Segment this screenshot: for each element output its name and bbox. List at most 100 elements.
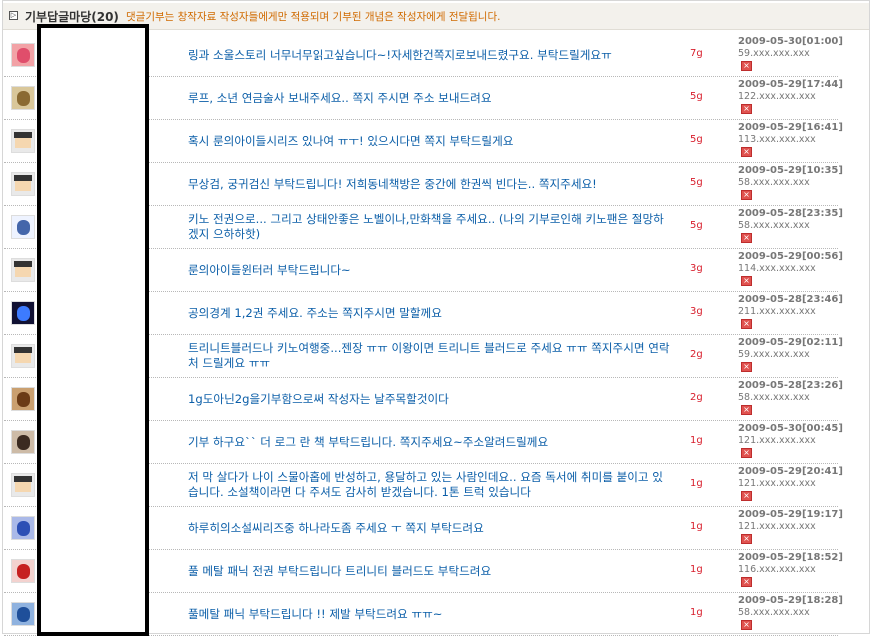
donation-notice: 댓글기부는 창작자료 작성자들에게만 적용되며 기부된 개념은 작성자에게 전달… [126, 11, 501, 23]
donated-points: 1g [690, 521, 703, 532]
reply-date: 2009-05-29[00:56] [738, 251, 843, 262]
reply-message-link[interactable]: 무상검, 궁귀검신 부탁드립니다! 저희동네책방은 중간에 한권씩 빈다는.. … [188, 163, 672, 205]
delete-icon[interactable]: × [741, 233, 752, 243]
reply-ip: 58.xxx.xxx.xxx [738, 177, 810, 188]
panel-title-text: 기부답글마당 [25, 10, 92, 24]
reply-message-link[interactable]: 1g도아닌2g을기부함으로써 작성자는 날주목할것이다 [188, 378, 672, 420]
avatar[interactable] [11, 129, 35, 153]
reply-message-link[interactable]: 저 막 살다가 나이 스물아홉에 반성하고, 용달하고 있는 사람인데요.. 요… [188, 464, 672, 506]
reply-ip: 113.xxx.xxx.xxx [738, 134, 816, 145]
reply-ip: 58.xxx.xxx.xxx [738, 220, 810, 231]
reply-message-link[interactable]: 혹시 룬의아이들시리즈 있나여 ㅠㅜ! 있으시다면 쪽지 부탁드릴게요 [188, 120, 672, 162]
avatar[interactable] [11, 387, 35, 411]
avatar[interactable] [11, 516, 35, 540]
avatar-image [17, 392, 30, 407]
donated-points: 5g [690, 220, 703, 231]
reply-date: 2009-05-28[23:26] [738, 380, 843, 391]
delete-icon[interactable]: × [741, 276, 752, 286]
donated-points: 2g [690, 349, 703, 360]
reply-ip: 59.xxx.xxx.xxx [738, 349, 810, 360]
reply-message-link[interactable]: 기부 하구요`` 더 로그 란 책 부탁드립니다. 쪽지주세요~주소알려드릴께요 [188, 421, 672, 463]
reply-date: 2009-05-29[02:11] [738, 337, 843, 348]
reply-ip: 121.xxx.xxx.xxx [738, 435, 816, 446]
donated-points: 1g [690, 435, 703, 446]
reply-ip: 121.xxx.xxx.xxx [738, 521, 816, 532]
reply-date: 2009-05-28[23:35] [738, 208, 843, 219]
reply-ip: 58.xxx.xxx.xxx [738, 392, 810, 403]
avatar[interactable] [11, 43, 35, 67]
donated-points: 3g [690, 306, 703, 317]
reply-message-link[interactable]: 하루히의소설씨리즈중 하나라도좀 주세요 ㅜ 쪽지 부탁드려요 [188, 507, 672, 549]
reply-count: (20) [91, 10, 119, 24]
reply-message-link[interactable]: 풀 메탈 패닉 전권 부탁드립니다 트리니티 블러드도 부탁드려요 [188, 550, 672, 592]
avatar[interactable] [11, 473, 35, 497]
reply-ip: 116.xxx.xxx.xxx [738, 564, 816, 575]
avatar[interactable] [11, 215, 35, 239]
reply-date: 2009-05-28[23:46] [738, 294, 843, 305]
avatar-hair [14, 347, 32, 353]
reply-date: 2009-05-29[18:28] [738, 595, 843, 606]
reply-message-link[interactable]: 링과 소울스토리 너무너무읽고싶습니다~!자세한건쪽지로보내드렸구요. 부탁드릴… [188, 34, 672, 76]
delete-icon[interactable]: × [741, 104, 752, 114]
avatar-image [17, 48, 30, 63]
delete-icon[interactable]: × [741, 147, 752, 157]
avatar[interactable] [11, 344, 35, 368]
collapse-box-icon[interactable]: ▷ [9, 11, 18, 20]
delete-icon[interactable]: × [741, 190, 752, 200]
delete-icon[interactable]: × [741, 491, 752, 501]
avatar-hair [14, 132, 32, 138]
avatar[interactable] [11, 301, 35, 325]
reply-message-link[interactable]: 트리니트블러드나 키노여행중...젠장 ㅠㅠ 이왕이면 트리니트 블러드로 주세… [188, 335, 672, 377]
reply-date: 2009-05-29[16:41] [738, 122, 843, 133]
avatar[interactable] [11, 602, 35, 626]
reply-date: 2009-05-29[19:17] [738, 509, 843, 520]
reply-ip: 59.xxx.xxx.xxx [738, 48, 810, 59]
avatar-image [17, 607, 30, 622]
delete-icon[interactable]: × [741, 577, 752, 587]
reply-ip: 122.xxx.xxx.xxx [738, 91, 816, 102]
delete-icon[interactable]: × [741, 362, 752, 372]
reply-date: 2009-05-29[17:44] [738, 79, 843, 90]
donated-points: 7g [690, 48, 703, 59]
panel-title: 기부답글마당(20) [25, 8, 119, 25]
avatar-hair [14, 175, 32, 181]
reply-message-link[interactable]: 키노 전권으로... 그리고 상태안좋은 노벨이나,만화책을 주세요.. (나의… [188, 206, 672, 248]
reply-date: 2009-05-29[20:41] [738, 466, 843, 477]
avatar[interactable] [11, 172, 35, 196]
delete-icon[interactable]: × [741, 620, 752, 630]
donated-points: 1g [690, 564, 703, 575]
redacted-nickname-column [37, 24, 149, 636]
reply-date: 2009-05-30[00:45] [738, 423, 843, 434]
reply-message-link[interactable]: 룬의아이들윈터러 부탁드립니다~ [188, 249, 672, 291]
reply-date: 2009-05-29[18:52] [738, 552, 843, 563]
donated-points: 2g [690, 392, 703, 403]
reply-ip: 211.xxx.xxx.xxx [738, 306, 816, 317]
donated-points: 5g [690, 177, 703, 188]
reply-ip: 114.xxx.xxx.xxx [738, 263, 816, 274]
delete-icon[interactable]: × [741, 405, 752, 415]
avatar[interactable] [11, 430, 35, 454]
delete-icon[interactable]: × [741, 319, 752, 329]
donated-points: 1g [690, 607, 703, 618]
reply-ip: 121.xxx.xxx.xxx [738, 478, 816, 489]
avatar-image [17, 521, 30, 536]
avatar[interactable] [11, 86, 35, 110]
delete-icon[interactable]: × [741, 534, 752, 544]
avatar-hair [14, 261, 32, 267]
delete-icon[interactable]: × [741, 61, 752, 71]
reply-date: 2009-05-29[10:35] [738, 165, 843, 176]
reply-message-link[interactable]: 풀메탈 패닉 부탁드립니다 !! 제발 부탁드려요 ㅠㅠ~ [188, 593, 672, 635]
delete-icon[interactable]: × [741, 448, 752, 458]
reply-ip: 58.xxx.xxx.xxx [738, 607, 810, 618]
avatar-image [17, 564, 30, 579]
avatar[interactable] [11, 559, 35, 583]
reply-message-link[interactable]: 루프, 소년 연금술사 보내주세요.. 쪽지 주시면 주소 보내드려요 [188, 77, 672, 119]
donated-points: 5g [690, 134, 703, 145]
avatar-image [17, 220, 30, 235]
reply-date: 2009-05-30[01:00] [738, 36, 843, 47]
avatar[interactable] [11, 258, 35, 282]
avatar-hair [14, 476, 32, 482]
avatar-image [17, 91, 30, 106]
reply-message-link[interactable]: 공의경계 1,2권 주세요. 주소는 쪽지주시면 말할께요 [188, 292, 672, 334]
donated-points: 3g [690, 263, 703, 274]
